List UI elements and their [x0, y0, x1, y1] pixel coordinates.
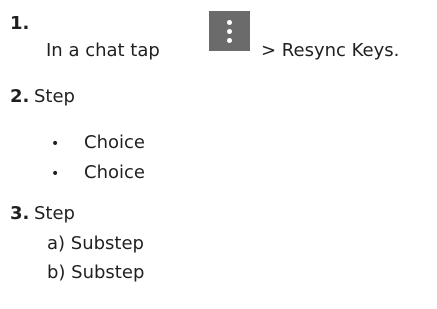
- step-2-text: Step: [34, 86, 75, 107]
- step-1-text-before: In a chat tap: [46, 40, 160, 61]
- more-vertical-icon: [209, 11, 250, 51]
- step-3-number: 3.: [10, 203, 30, 224]
- step-1-number: 1.: [10, 13, 30, 34]
- step-1-text-after: > Resync Keys.: [261, 40, 400, 61]
- choice-item: Choice: [84, 132, 145, 153]
- menu-dot: [227, 28, 232, 34]
- substep-item: a) Substep: [47, 233, 144, 254]
- bullet-marker: •: [51, 136, 60, 152]
- menu-dot: [227, 19, 232, 25]
- choice-item: Choice: [84, 162, 145, 183]
- substep-item: b) Substep: [47, 262, 145, 283]
- menu-dot: [227, 37, 232, 43]
- step-2-number: 2.: [10, 86, 30, 107]
- step-3-text: Step: [34, 203, 75, 224]
- bullet-marker: •: [51, 166, 60, 182]
